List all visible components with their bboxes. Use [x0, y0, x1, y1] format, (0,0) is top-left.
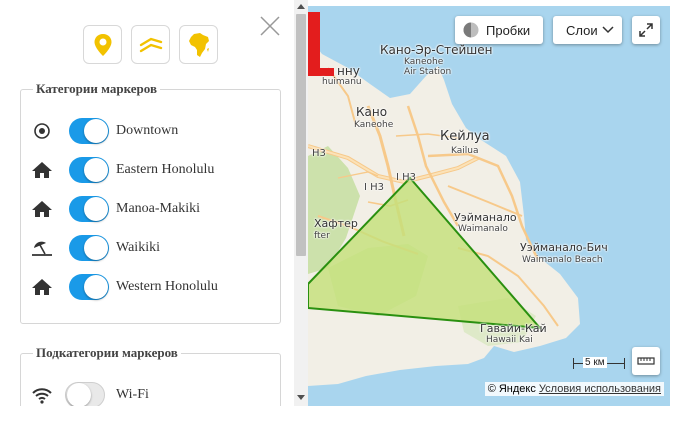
target-circle-icon [31, 122, 53, 140]
beach-umbrella-icon [31, 239, 53, 257]
place-label: Kailua [451, 146, 479, 156]
map-view[interactable]: Кано-Эр-Стейшен Kaneohe Air Station нну … [308, 6, 670, 406]
scroll-thumb[interactable] [296, 14, 306, 256]
category-row-downtown: Downtown [21, 113, 280, 149]
category-label: Manoa-Makiki [116, 201, 200, 216]
category-toggle-waikiki[interactable] [69, 235, 109, 261]
place-label: Air Station [404, 67, 452, 77]
scroll-down-arrow[interactable] [297, 395, 305, 400]
traffic-light-icon [463, 22, 479, 38]
category-label: Downtown [116, 123, 179, 138]
ruler-icon [637, 357, 655, 365]
add-marker-button[interactable] [83, 25, 122, 64]
close-icon [260, 16, 280, 36]
place-label: Хафтер [314, 217, 358, 230]
place-label: Waimanalo [458, 224, 508, 234]
categories-group: Категории маркеров Downtown Eastern Hono… [20, 81, 281, 324]
scale-label: 5 км [583, 357, 607, 368]
place-label: Hawaii Kai [486, 335, 533, 345]
category-row-waikiki: Waikiki [21, 230, 280, 266]
place-label: Уэйманало [454, 211, 517, 224]
subcategories-title: Подкатегории маркеров [33, 345, 181, 361]
layers-button[interactable]: Слои [553, 16, 622, 44]
add-route-button[interactable] [131, 25, 170, 64]
place-label: Кано [356, 105, 388, 119]
category-label: Eastern Honolulu [116, 162, 215, 177]
subcategory-row-wifi: Wi-Fi [21, 377, 280, 406]
map-base [308, 12, 580, 386]
fullscreen-icon [639, 23, 653, 37]
copyright-text: © Яндекс [487, 383, 536, 395]
category-label: Western Honolulu [116, 279, 218, 294]
traffic-label: Пробки [486, 22, 531, 38]
subcategory-toggle-wifi[interactable] [65, 382, 105, 406]
marker-filter-panel: Категории маркеров Downtown Eastern Hono… [0, 0, 294, 406]
subcategory-label: Wi-Fi [116, 387, 149, 402]
place-label: huimanu [322, 77, 362, 87]
road-label: I H3 [364, 182, 385, 193]
ruler-button[interactable] [632, 347, 660, 375]
home-icon [31, 161, 53, 179]
road-label: I H3 [396, 172, 417, 183]
place-label: Waimanalo Beach [522, 255, 603, 265]
category-toggle-downtown[interactable] [69, 118, 109, 144]
terms-link[interactable]: Условия использования [539, 383, 661, 395]
road-label: H3 [312, 148, 326, 159]
category-toggle-manoa-makiki[interactable] [69, 196, 109, 222]
close-panel-button[interactable] [259, 15, 281, 37]
panel-scrollbar[interactable] [294, 0, 308, 406]
category-row-western-honolulu: Western Honolulu [21, 269, 280, 305]
categories-title: Категории маркеров [33, 81, 160, 97]
copyright: © Яндекс Условия использования [484, 382, 664, 396]
category-row-eastern-honolulu: Eastern Honolulu [21, 152, 280, 188]
continent-africa-icon [188, 32, 209, 57]
place-label: Кейлуа [440, 129, 490, 144]
home-icon [31, 200, 53, 218]
category-label: Waikiki [116, 240, 160, 255]
add-polygon-button[interactable] [179, 25, 218, 64]
place-label: Кано-Эр-Стейшен [380, 43, 493, 57]
layers-label: Слои [566, 22, 598, 38]
traffic-button[interactable]: Пробки [455, 16, 543, 44]
map-marker-icon [94, 33, 111, 56]
wifi-icon [31, 386, 53, 404]
category-toggle-eastern-honolulu[interactable] [69, 157, 109, 183]
place-label: fter [314, 231, 330, 241]
home-icon [31, 278, 53, 296]
route-lines-icon [139, 37, 162, 52]
place-label: Гавайи-Кай [480, 322, 547, 335]
scroll-up-arrow[interactable] [297, 4, 305, 9]
subcategories-group: Подкатегории маркеров Wi-Fi [20, 345, 281, 406]
category-toggle-western-honolulu[interactable] [69, 274, 109, 300]
place-label: Kaneohe [354, 120, 394, 130]
chevron-down-icon [602, 26, 614, 34]
fullscreen-button[interactable] [632, 16, 660, 44]
category-row-manoa-makiki: Manoa-Makiki [21, 191, 280, 227]
place-label: Уэйманало-Бич [520, 241, 608, 254]
scale-bar: 5 км [573, 357, 625, 370]
